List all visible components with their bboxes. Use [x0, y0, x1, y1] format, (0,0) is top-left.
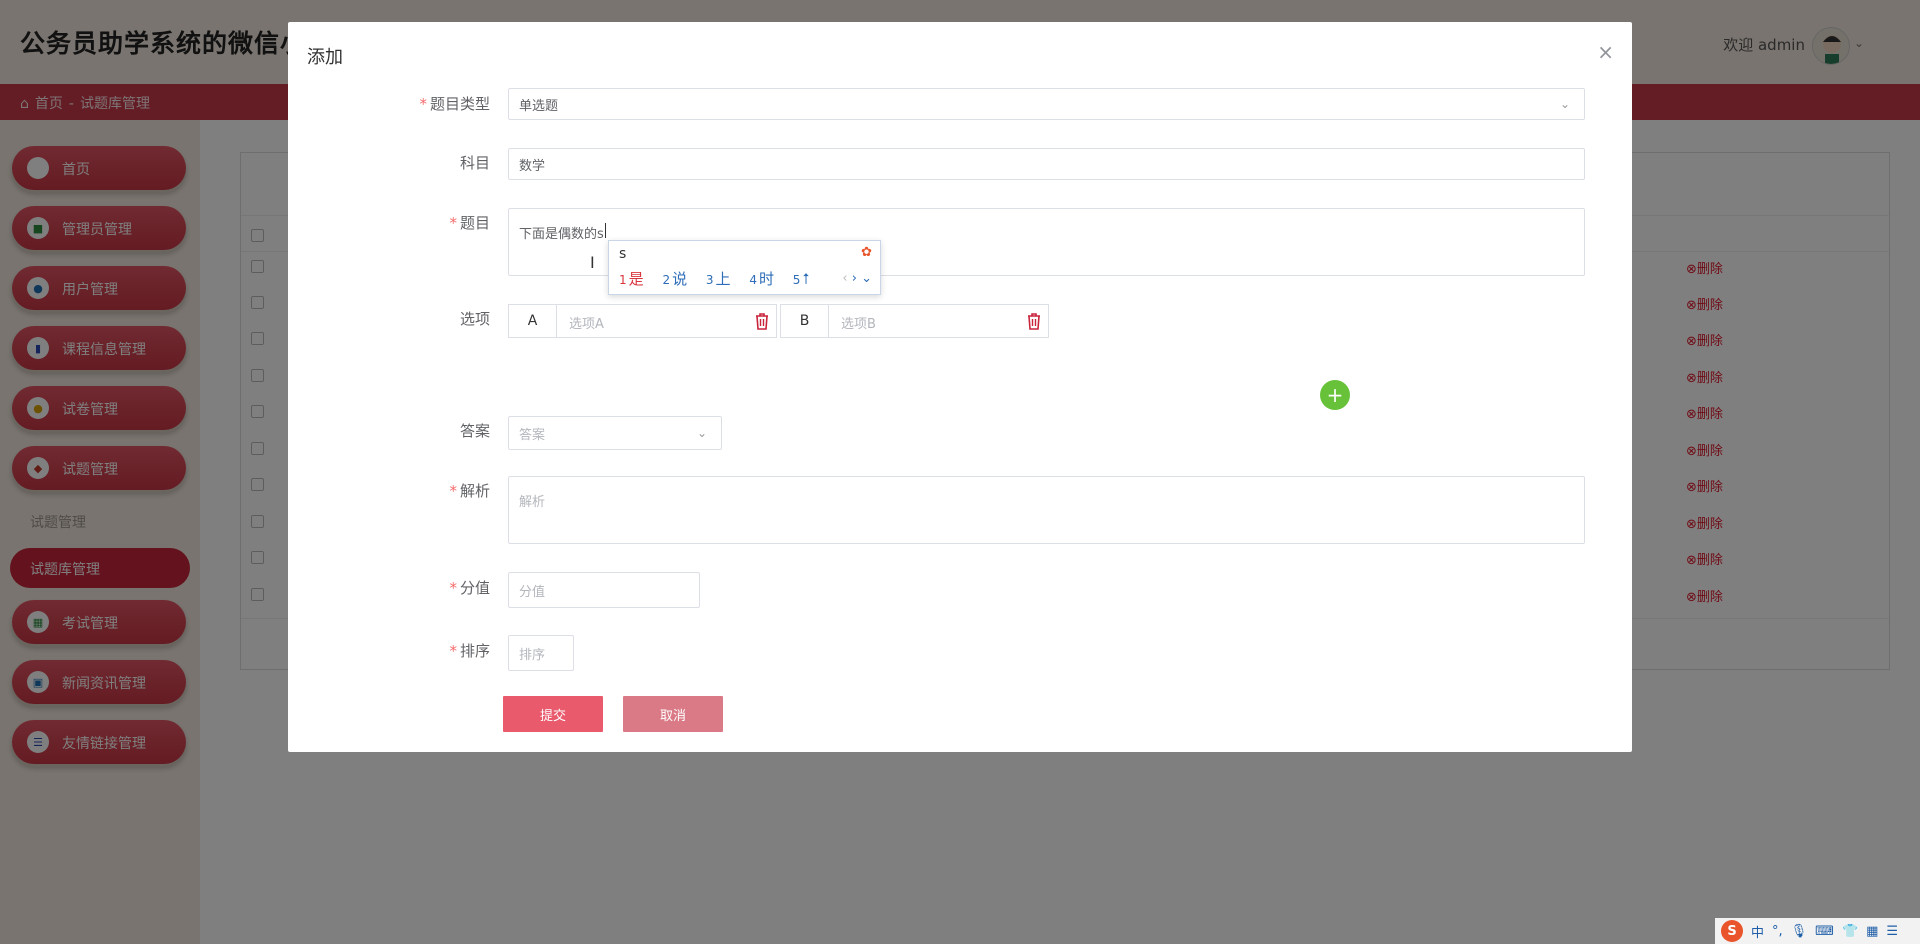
- add-dialog: 添加 × * 题目类型 单选题 ⌄ 科目 数学 * 题目 下面是偶数的s Ⅰ 选项 A…: [288, 22, 1632, 752]
- option-a-input[interactable]: 选项A: [569, 313, 604, 332]
- chevron-down-icon: ⌄: [696, 426, 707, 440]
- question-label: * 题目: [449, 214, 490, 232]
- subject-input[interactable]: 数学: [508, 148, 1585, 180]
- text-cursor-icon: Ⅰ: [590, 253, 595, 272]
- ime-candidate[interactable]: 3上: [706, 270, 745, 288]
- score-input[interactable]: 分值: [508, 572, 700, 608]
- ime-candidate[interactable]: 2说: [662, 270, 701, 288]
- ime-candidate[interactable]: 5 ⭡: [793, 270, 824, 288]
- ime-candidate[interactable]: 4时: [749, 270, 788, 288]
- plus-icon: +: [1326, 383, 1344, 407]
- ime-toolbar: S 中 °, 🎙 ⌨ 👕 ▦ ☰: [1715, 918, 1920, 944]
- subject-label: 科目: [459, 154, 490, 172]
- order-input[interactable]: 排序: [508, 635, 574, 671]
- cancel-button[interactable]: 取消: [623, 696, 723, 732]
- analysis-label: * 解析: [449, 482, 490, 500]
- type-select[interactable]: 单选题 ⌄: [508, 88, 1585, 120]
- sogou-logo-icon[interactable]: S: [1721, 920, 1743, 942]
- submit-button[interactable]: 提交: [503, 696, 603, 732]
- option-b[interactable]: B 选项B: [780, 304, 1049, 338]
- microphone-icon[interactable]: 🎙: [1791, 924, 1808, 939]
- score-label: * 分值: [449, 579, 490, 597]
- chevron-right-icon: ›: [851, 271, 857, 286]
- ime-skin-icon: ✿: [861, 245, 872, 260]
- trash-icon[interactable]: [754, 312, 770, 330]
- lang-toggle[interactable]: 中: [1751, 922, 1764, 941]
- ime-page-nav[interactable]: ‹ › ⌄: [842, 271, 872, 286]
- close-icon[interactable]: ×: [1597, 40, 1614, 64]
- add-option-button[interactable]: +: [1320, 380, 1350, 410]
- keyboard-icon[interactable]: ⌨: [1815, 924, 1834, 939]
- ime-input-code: s: [619, 246, 627, 262]
- option-a[interactable]: A 选项A: [508, 304, 777, 338]
- menu-icon[interactable]: ☰: [1886, 924, 1898, 939]
- order-label: * 排序: [449, 642, 490, 660]
- option-b-input[interactable]: 选项B: [841, 313, 876, 332]
- chevron-down-icon: ⌄: [1559, 97, 1570, 111]
- ime-candidate-window: s ✿ 1是 2说 3上 4时 5 ⭡ ‹ › ⌄: [608, 240, 881, 295]
- skin-icon[interactable]: 👕: [1842, 924, 1858, 939]
- punctuation-icon[interactable]: °,: [1772, 924, 1783, 939]
- answer-select[interactable]: 答案 ⌄: [508, 416, 722, 450]
- trash-icon[interactable]: [1026, 312, 1042, 330]
- dialog-title: 添加: [307, 47, 343, 68]
- chevron-down-icon: ⌄: [861, 271, 872, 286]
- options-label: 选项: [459, 310, 490, 328]
- analysis-textarea[interactable]: 解析: [508, 476, 1585, 544]
- ime-candidate[interactable]: 1是: [619, 270, 658, 288]
- type-label: * 题目类型: [419, 95, 490, 113]
- answer-label: 答案: [459, 422, 490, 440]
- toolbox-icon[interactable]: ▦: [1866, 924, 1878, 939]
- chevron-left-icon: ‹: [842, 271, 848, 286]
